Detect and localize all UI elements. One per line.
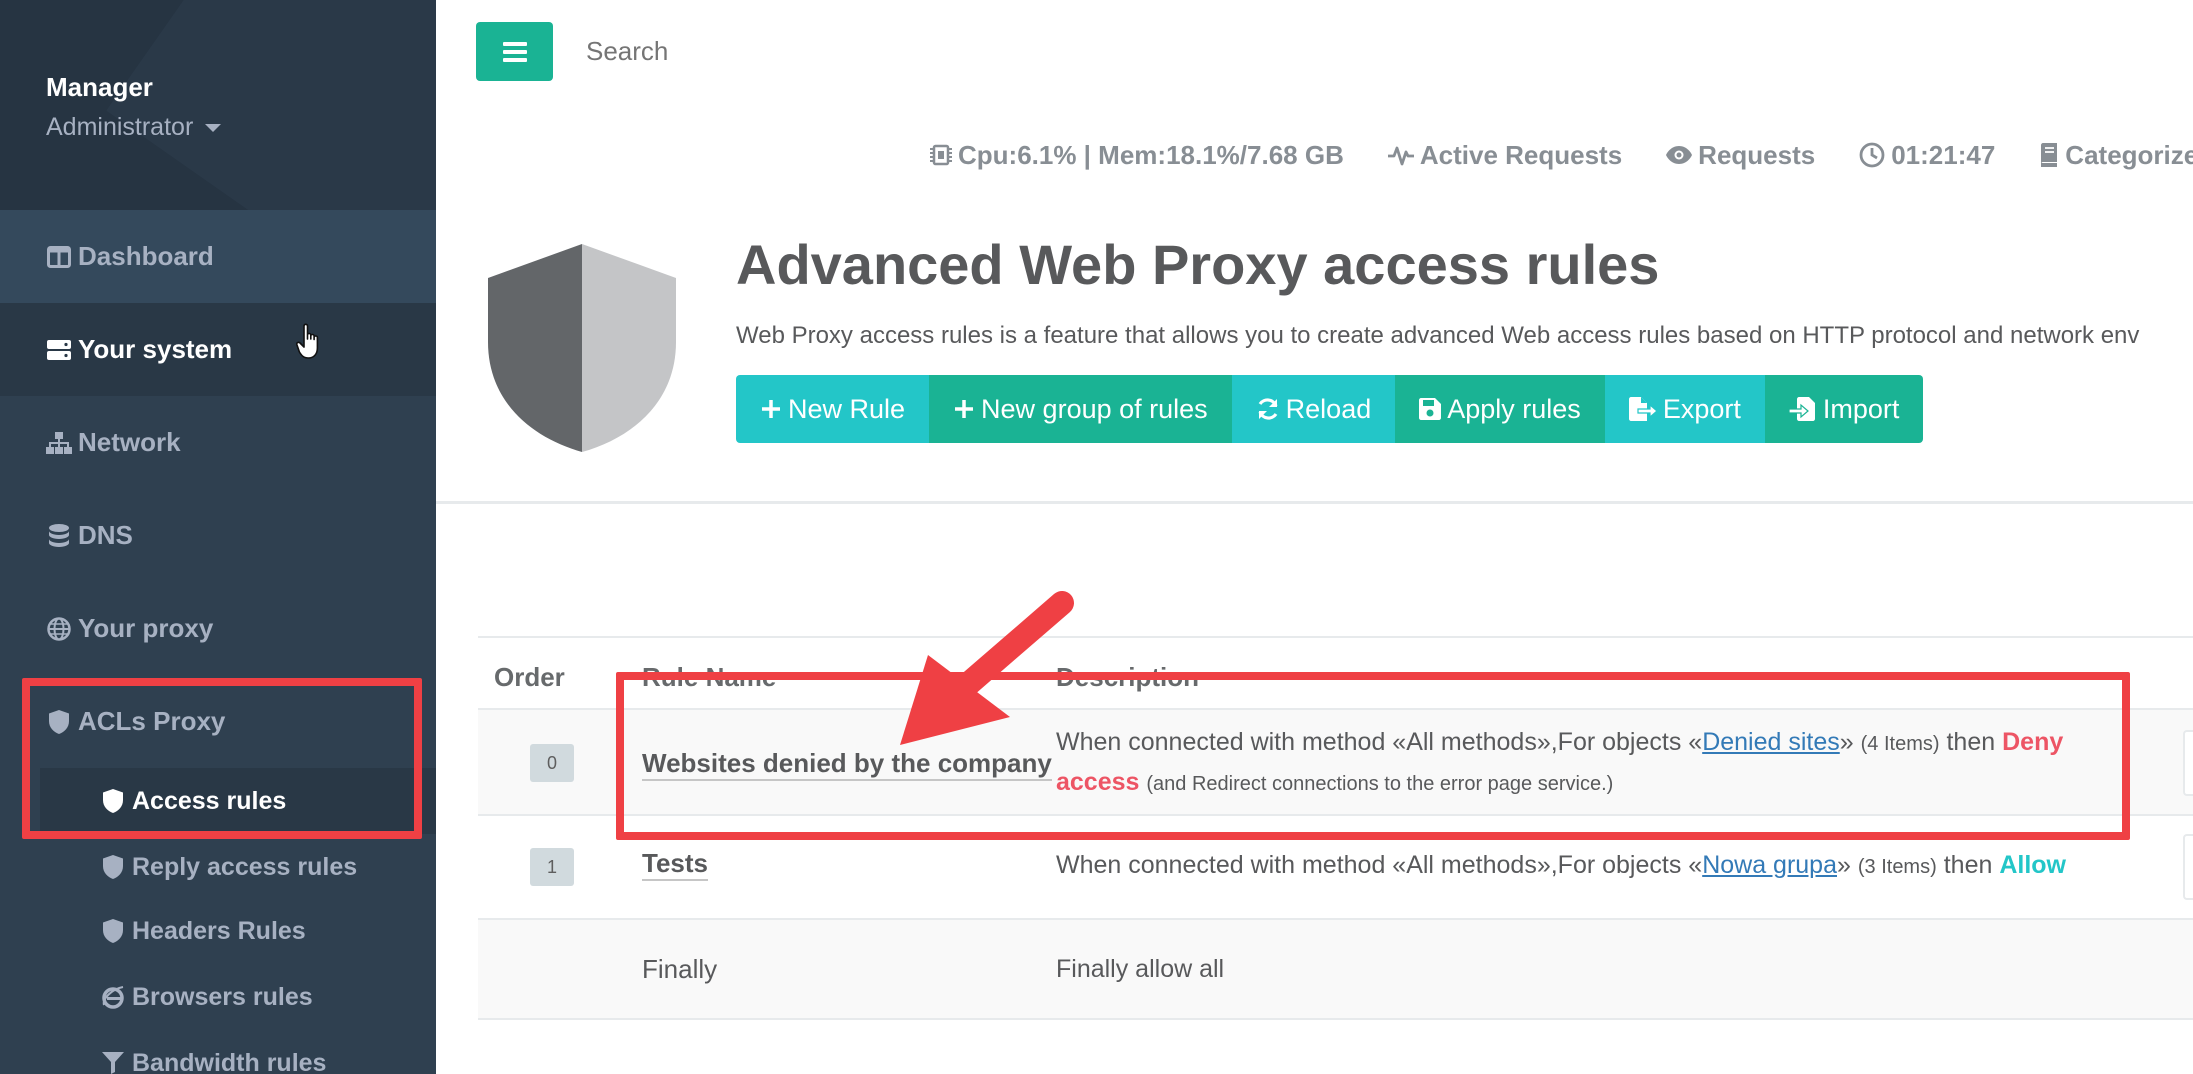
clock-time: 01:21:47 (1891, 139, 1996, 170)
sidebar-item-label: Your system (78, 334, 233, 364)
internet-explorer-icon (100, 984, 126, 1010)
globe-icon (46, 616, 72, 642)
plus-icon (760, 398, 782, 420)
search-input[interactable] (586, 36, 886, 67)
requests-label: Requests (1698, 139, 1816, 170)
heartbeat-icon (1387, 144, 1414, 166)
file-export-icon (1628, 397, 1657, 421)
new-rule-label: New Rule (788, 393, 906, 424)
rule-description: Finally allow all (1056, 955, 1225, 983)
refresh-icon (1256, 397, 1280, 421)
plus-icon (953, 398, 975, 420)
item-count: (3 Items) (1857, 856, 1937, 878)
sidebar-header: Manager Administrator (0, 0, 436, 210)
requests-link[interactable]: Requests (1666, 140, 1815, 171)
categorize-link[interactable]: Categorize (2039, 140, 2193, 171)
reload-label: Reload (1285, 393, 1372, 424)
import-label: Import (1822, 393, 1900, 424)
user-role-dropdown[interactable]: Administrator (46, 113, 222, 142)
order-badge: 0 (530, 744, 574, 782)
divider (436, 501, 2193, 504)
annotation-highlight-box (22, 678, 422, 839)
user-role: Administrator (46, 113, 194, 141)
cpu-mem-stat: Cpu:6.1% | Mem:18.1%/7.68 GB (930, 140, 1344, 171)
row-action-button[interactable] (2183, 834, 2193, 900)
cpu-mem-text: Cpu:6.1% | Mem:18.1%/7.68 GB (958, 139, 1344, 170)
action-toolbar: New Rule New group of rules Reload Apply… (736, 375, 1924, 443)
clock-stat: 01:21:47 (1859, 140, 1995, 171)
column-header-order[interactable]: Order (494, 662, 565, 693)
sidebar-subitem-browsers-rules[interactable]: Browsers rules (40, 964, 436, 1030)
shield-icon (100, 918, 126, 944)
user-name: Manager (46, 72, 153, 102)
annotation-arrow-icon (880, 585, 1080, 760)
hand-cursor-icon (295, 322, 326, 367)
user-profile[interactable]: Manager Administrator (46, 72, 222, 142)
desc-then: then (1943, 851, 1993, 879)
sidebar-subitem-label: Browsers rules (132, 982, 313, 1011)
desc-prefix: When connected with method «All methods»… (1056, 851, 1703, 879)
apply-rules-label: Apply rules (1447, 393, 1581, 424)
new-group-label: New group of rules (981, 393, 1208, 424)
sidebar-item-dashboard[interactable]: Dashboard (0, 210, 436, 303)
sidebar-item-your-system[interactable]: Your system (0, 303, 436, 396)
action-allow: Allow (1999, 851, 2067, 879)
categorize-label: Categorize (2065, 139, 2193, 170)
new-group-button[interactable]: New group of rules (929, 375, 1232, 443)
sitemap-icon (46, 430, 72, 456)
database-icon (46, 523, 72, 549)
rule-name-text: Finally (642, 954, 718, 984)
export-button[interactable]: Export (1604, 375, 1765, 443)
desc-close: » (1837, 851, 1851, 879)
sidebar-subitem-label: Reply access rules (132, 852, 358, 881)
sidebar-subitem-label: Bandwidth rules (132, 1048, 327, 1074)
menu-toggle-button[interactable] (476, 22, 553, 81)
table-row: Finally Finally allow all (478, 918, 2193, 1020)
annotation-highlight-box (616, 672, 2130, 840)
sidebar-item-label: Network (78, 427, 181, 457)
shield-logo-icon (482, 242, 682, 459)
sidebar-subitem-headers-rules[interactable]: Headers Rules (40, 898, 436, 964)
file-import-icon (1788, 397, 1817, 421)
sidebar-item-dns[interactable]: DNS (0, 489, 436, 582)
filter-icon (100, 1050, 126, 1074)
new-rule-button[interactable]: New Rule (736, 375, 930, 443)
columns-icon (46, 244, 72, 270)
apply-rules-button[interactable]: Apply rules (1395, 375, 1605, 443)
status-bar: Cpu:6.1% | Mem:18.1%/7.68 GB Active Requ… (930, 135, 2193, 175)
rule-name-link[interactable]: Tests (642, 848, 708, 881)
active-requests-link[interactable]: Active Requests (1387, 139, 1623, 171)
server-icon (46, 337, 72, 363)
sidebar-item-label: DNS (78, 520, 133, 550)
shield-icon (100, 854, 126, 880)
sidebar-item-network[interactable]: Network (0, 396, 436, 489)
sidebar-item-label: Your proxy (78, 613, 214, 643)
sidebar-item-your-proxy[interactable]: Your proxy (0, 582, 436, 675)
reload-button[interactable]: Reload (1231, 375, 1396, 443)
sidebar-subitem-bandwidth-rules[interactable]: Bandwidth rules (40, 1030, 436, 1074)
caret-down-icon (205, 123, 222, 132)
row-action-button[interactable] (2183, 730, 2193, 796)
import-button[interactable]: Import (1764, 375, 1924, 443)
sidebar-subitem-reply-access-rules[interactable]: Reply access rules (40, 834, 436, 900)
order-badge: 1 (530, 848, 574, 886)
sidebar-item-label: Dashboard (78, 241, 214, 271)
eye-icon (1666, 146, 1693, 164)
active-requests-label: Active Requests (1419, 139, 1623, 170)
sidebar: Manager Administrator Dashboard Your sys… (0, 0, 436, 1074)
rule-description: When connected with method «All methods»… (1056, 846, 2066, 886)
page-title: Advanced Web Proxy access rules (736, 233, 1660, 296)
book-icon (2039, 143, 2059, 167)
microchip-icon (930, 143, 952, 167)
clock-icon (1859, 142, 1885, 168)
floppy-disk-icon (1419, 398, 1442, 420)
object-link[interactable]: Nowa grupa (1702, 851, 1837, 879)
page-subtitle: Web Proxy access rules is a feature that… (736, 322, 2140, 349)
bars-icon (502, 41, 527, 62)
export-label: Export (1662, 393, 1741, 424)
sidebar-subitem-label: Headers Rules (132, 916, 306, 945)
